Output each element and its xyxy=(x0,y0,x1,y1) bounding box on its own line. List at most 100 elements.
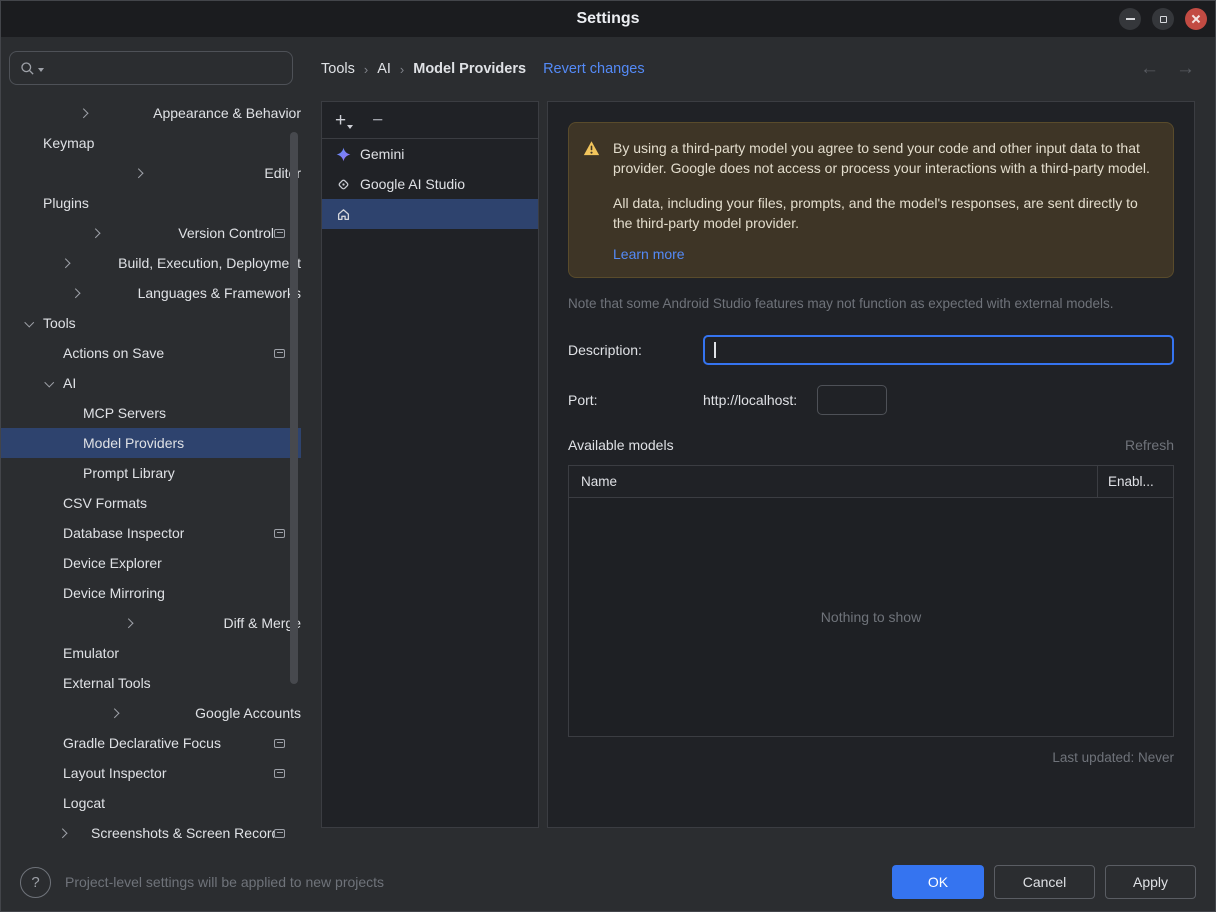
per-project-settings-icon xyxy=(274,528,285,538)
breadcrumb-model-providers: Model Providers xyxy=(413,61,527,77)
sidebar-item-appearance-behavior[interactable]: Appearance & Behavior xyxy=(1,98,301,128)
port-input[interactable] xyxy=(817,385,888,416)
provider-detail-panel: By using a third-party model you agree t… xyxy=(547,101,1195,828)
sidebar-scrollbar[interactable] xyxy=(290,132,298,684)
port-row: Port: http://localhost: xyxy=(568,385,1174,416)
sidebar-item-device-explorer[interactable]: Device Explorer xyxy=(1,548,301,578)
warning-paragraph-2: All data, including your files, prompts,… xyxy=(613,194,1138,231)
description-label: Description: xyxy=(568,342,642,359)
sidebar-item-screenshots-screen-recording[interactable]: Screenshots & Screen Recordi xyxy=(1,818,301,848)
titlebar: Settings xyxy=(1,1,1215,37)
help-button[interactable]: ? xyxy=(20,866,51,898)
settings-page: Tools › AI › Model Providers Revert chan… xyxy=(301,37,1215,853)
chevron-right-icon xyxy=(23,287,130,299)
per-project-settings-icon xyxy=(274,768,285,778)
ok-button[interactable]: OK xyxy=(892,865,984,899)
providers-toolbar: + − xyxy=(322,102,538,139)
breadcrumb-tools[interactable]: Tools xyxy=(321,61,355,77)
sidebar-item-version-control[interactable]: Version Control xyxy=(1,218,301,248)
sidebar-item-plugins[interactable]: Plugins xyxy=(1,188,301,218)
forward-arrow-icon[interactable]: → xyxy=(1176,58,1195,80)
google-ai-studio-icon xyxy=(335,176,351,192)
breadcrumb-separator-icon: › xyxy=(399,61,405,77)
cancel-button[interactable]: Cancel xyxy=(994,865,1095,899)
column-header-enabled[interactable]: Enabl... xyxy=(1097,466,1173,498)
providers-list-panel: + − Gemini Google AI Studio xyxy=(321,101,539,828)
provider-item-google-ai-studio[interactable]: Google AI Studio xyxy=(322,169,538,199)
sidebar-item-editor[interactable]: Editor xyxy=(1,158,301,188)
warning-text: By using a third-party model you agree t… xyxy=(613,138,1157,264)
window-controls xyxy=(1119,8,1207,30)
minimize-button[interactable] xyxy=(1119,8,1141,30)
breadcrumb-separator-icon: › xyxy=(363,61,369,77)
dialog-footer: ? Project-level settings will be applied… xyxy=(1,853,1215,911)
sidebar-item-device-mirroring[interactable]: Device Mirroring xyxy=(1,578,301,608)
models-table: Name Enabl... Nothing to show xyxy=(568,465,1174,738)
chevron-right-icon xyxy=(43,827,83,839)
chevron-down-icon xyxy=(23,317,35,329)
models-table-header: Name Enabl... xyxy=(569,466,1173,499)
close-button[interactable] xyxy=(1185,8,1207,30)
providers-list: Gemini Google AI Studio xyxy=(322,139,538,229)
search-icon xyxy=(21,61,34,75)
warning-paragraph-1: By using a third-party model you agree t… xyxy=(613,140,1150,177)
back-arrow-icon[interactable]: ← xyxy=(1140,58,1159,80)
sidebar-item-languages-frameworks[interactable]: Languages & Frameworks xyxy=(1,278,301,308)
sidebar-item-database-inspector[interactable]: Database Inspector xyxy=(1,518,301,548)
search-options-chevron-icon xyxy=(38,67,44,72)
external-models-note: Note that some Android Studio features m… xyxy=(568,296,1114,312)
settings-sidebar: Appearance & Behavior Keymap Editor Plug… xyxy=(1,37,301,853)
home-icon xyxy=(335,206,351,222)
warning-icon xyxy=(583,140,600,264)
sidebar-item-tools[interactable]: Tools xyxy=(1,308,301,338)
add-provider-button[interactable]: + xyxy=(335,111,354,130)
sidebar-item-logcat[interactable]: Logcat xyxy=(1,788,301,818)
apply-button[interactable]: Apply xyxy=(1105,865,1196,899)
chevron-right-icon xyxy=(23,167,256,179)
sidebar-item-external-tools[interactable]: External Tools xyxy=(1,668,301,698)
available-models-header: Available models Refresh xyxy=(568,437,1174,453)
per-project-settings-icon xyxy=(274,828,285,838)
description-row: Description: xyxy=(568,335,1174,366)
sidebar-item-keymap[interactable]: Keymap xyxy=(1,128,301,158)
sidebar-item-emulator[interactable]: Emulator xyxy=(1,638,301,668)
per-project-settings-icon xyxy=(274,348,285,358)
provider-item-new[interactable] xyxy=(322,199,538,229)
port-label: Port: xyxy=(568,392,598,409)
revert-changes-link[interactable]: Revert changes xyxy=(543,61,645,77)
sidebar-item-diff-merge[interactable]: Diff & Merge xyxy=(1,608,301,638)
dialog-content: Appearance & Behavior Keymap Editor Plug… xyxy=(1,37,1215,853)
sidebar-item-csv-formats[interactable]: CSV Formats xyxy=(1,488,301,518)
sidebar-item-model-providers[interactable]: Model Providers xyxy=(1,428,301,458)
chevron-right-icon xyxy=(23,257,110,269)
sidebar-item-actions-on-save[interactable]: Actions on Save xyxy=(1,338,301,368)
search-input[interactable] xyxy=(9,51,293,85)
sidebar-item-ai[interactable]: AI xyxy=(1,368,301,398)
sidebar-item-layout-inspector[interactable]: Layout Inspector xyxy=(1,758,301,788)
remove-provider-button[interactable]: − xyxy=(372,111,383,130)
sidebar-item-gradle-declarative-focus[interactable]: Gradle Declarative Focus xyxy=(1,728,301,758)
maximize-button[interactable] xyxy=(1152,8,1174,30)
description-input[interactable] xyxy=(703,335,1174,366)
sidebar-item-prompt-library[interactable]: Prompt Library xyxy=(1,458,301,488)
breadcrumb-ai[interactable]: AI xyxy=(377,61,391,77)
refresh-link[interactable]: Refresh xyxy=(1125,437,1174,453)
chevron-right-icon xyxy=(43,617,215,629)
chevron-right-icon xyxy=(43,707,187,719)
chevron-right-icon xyxy=(23,107,145,119)
model-providers-panels: + − Gemini Google AI Studio By using a t… xyxy=(321,101,1195,828)
sidebar-item-build-execution-deployment[interactable]: Build, Execution, Deployment xyxy=(1,248,301,278)
breadcrumb: Tools › AI › Model Providers Revert chan… xyxy=(321,37,1195,101)
gemini-icon xyxy=(335,146,351,162)
last-updated-text: Last updated: Never xyxy=(1052,750,1174,766)
provider-item-gemini[interactable]: Gemini xyxy=(322,139,538,169)
chevron-right-icon xyxy=(23,227,170,239)
column-header-name[interactable]: Name xyxy=(569,466,1097,497)
settings-tree: Appearance & Behavior Keymap Editor Plug… xyxy=(1,98,301,848)
settings-window: Settings Appearance & Behavior Keymap Ed… xyxy=(0,0,1216,912)
localhost-prefix: http://localhost: xyxy=(703,392,798,409)
third-party-warning-banner: By using a third-party model you agree t… xyxy=(568,122,1174,279)
learn-more-link[interactable]: Learn more xyxy=(613,244,685,264)
sidebar-item-mcp-servers[interactable]: MCP Servers xyxy=(1,398,301,428)
sidebar-item-google-accounts[interactable]: Google Accounts xyxy=(1,698,301,728)
